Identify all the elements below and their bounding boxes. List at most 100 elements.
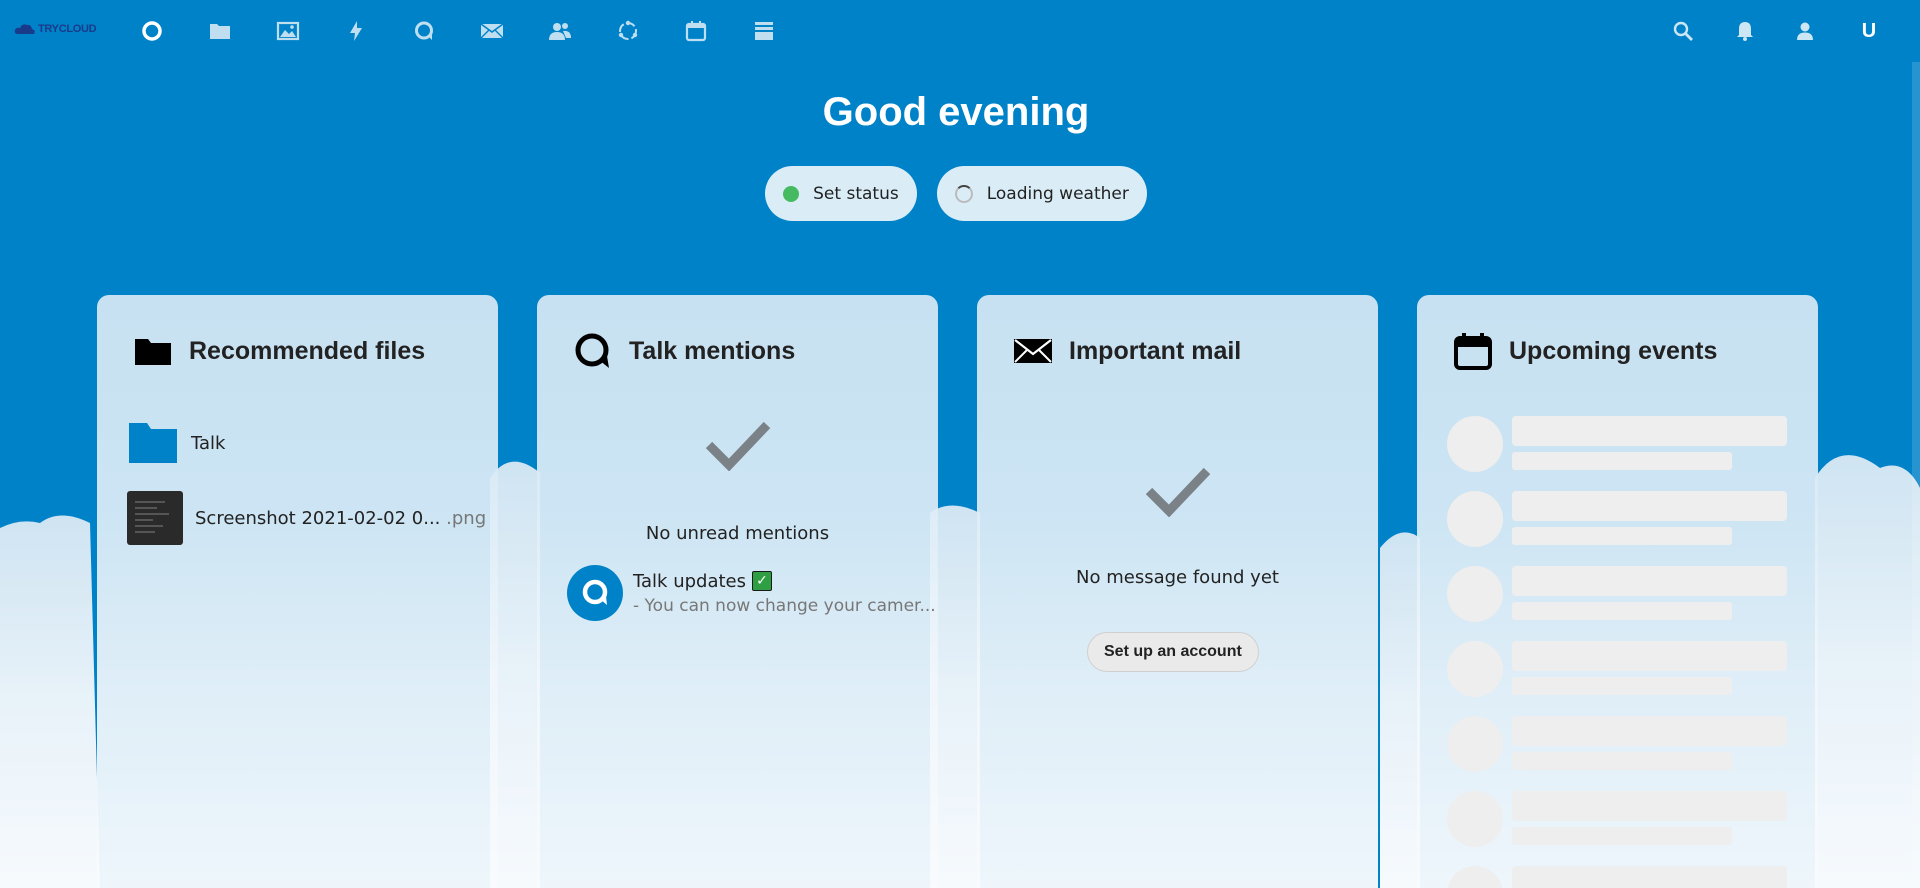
skeleton-line — [1512, 716, 1787, 746]
panel-title: Recommended files — [189, 336, 426, 365]
contacts-menu-icon — [1797, 22, 1817, 40]
empty-message: No unread mentions — [645, 523, 830, 544]
panel-upcoming-events: Upcoming events — [1417, 295, 1818, 888]
notifications[interactable] — [1714, 10, 1776, 52]
weather-button[interactable]: Loading weather — [936, 166, 1147, 221]
image-icon — [276, 21, 300, 41]
empty-message: No message found yet — [1076, 567, 1279, 588]
nav-calendar[interactable] — [662, 10, 730, 52]
panel-talk-mentions: Talk mentions No unread mentions Talk up… — [537, 295, 938, 888]
skeleton-line — [1512, 827, 1732, 845]
panel-title: Important mail — [1069, 336, 1242, 365]
circle-icon — [142, 21, 162, 41]
contacts-icon — [549, 23, 571, 40]
header-right: U — [1652, 10, 1900, 52]
skeleton-row — [1447, 491, 1787, 551]
loading-spinner-icon — [954, 184, 973, 203]
mail-icon — [480, 23, 504, 39]
folder-icon — [210, 24, 230, 39]
set-status-button[interactable]: Set status — [765, 166, 917, 221]
panel-important-mail: Important mail No message found yet Set … — [977, 295, 1378, 888]
skeleton-avatar — [1447, 791, 1503, 847]
talk-icon — [575, 333, 609, 368]
skeleton-line — [1512, 752, 1732, 770]
skeleton-line — [1512, 866, 1787, 888]
file-item[interactable]: Screenshot 2021-02-02 0... .png — [127, 491, 486, 545]
calendar-icon — [1454, 333, 1492, 370]
lightning-icon — [350, 21, 362, 41]
panel-header: Important mail — [1013, 331, 1241, 371]
checkmark-icon — [705, 421, 770, 471]
folder-icon — [129, 423, 177, 463]
checkmark-icon — [1145, 467, 1210, 517]
skeleton-line — [1512, 416, 1787, 446]
deck-icon — [755, 22, 773, 40]
folder-icon — [135, 339, 171, 365]
header-bar: TRYCLOUD U — [0, 0, 1920, 62]
user-avatar: U — [1861, 19, 1877, 42]
logo-text: TRYCLOUD — [38, 23, 97, 35]
talk-avatar — [567, 565, 623, 621]
panel-recommended-files: Recommended files Talk Screenshot 2021-0… — [97, 295, 498, 888]
user-menu[interactable]: U — [1838, 10, 1900, 52]
greeting-title: Good evening — [822, 90, 1090, 134]
nav-dashboard[interactable] — [118, 10, 186, 52]
skeleton-avatar — [1447, 416, 1503, 472]
set-status-label: Set status — [813, 183, 899, 204]
nav-talk[interactable] — [390, 10, 458, 52]
talk-update-title: Talk updates — [633, 570, 746, 592]
file-thumbnail — [127, 491, 183, 545]
file-extension: .png — [440, 507, 487, 529]
panel-header: Talk mentions — [573, 331, 795, 371]
nav-circles[interactable] — [594, 10, 662, 52]
panel-title: Upcoming events — [1509, 336, 1718, 365]
skeleton-row — [1447, 641, 1787, 701]
panel-header: Recommended files — [133, 331, 425, 371]
skeleton-line — [1512, 677, 1732, 695]
skeleton-line — [1512, 452, 1732, 470]
skeleton-avatar — [1447, 866, 1503, 888]
nav-files[interactable] — [186, 10, 254, 52]
skeleton-line — [1512, 602, 1732, 620]
talk-icon — [582, 579, 608, 605]
panel-title: Talk mentions — [629, 336, 796, 365]
unified-search[interactable] — [1652, 10, 1714, 52]
page-scrollbar[interactable] — [1912, 62, 1920, 888]
setup-account-button[interactable]: Set up an account — [1087, 632, 1259, 672]
skeleton-row — [1447, 416, 1787, 476]
check-mark-emoji-icon: ✓ — [752, 571, 772, 591]
contacts-menu[interactable] — [1776, 10, 1838, 52]
skeleton-row — [1447, 866, 1787, 888]
file-name: Talk — [191, 432, 226, 454]
file-item[interactable]: Talk — [127, 421, 225, 465]
skeleton-avatar — [1447, 566, 1503, 622]
nav-contacts[interactable] — [526, 10, 594, 52]
nav-activity[interactable] — [322, 10, 390, 52]
panel-header: Upcoming events — [1453, 331, 1717, 371]
file-name: Screenshot 2021-02-02 0... — [195, 507, 441, 529]
skeleton-row — [1447, 566, 1787, 626]
bell-icon — [1737, 22, 1753, 41]
skeleton-avatar — [1447, 491, 1503, 547]
skeleton-line — [1512, 791, 1787, 821]
nav-photos[interactable] — [254, 10, 322, 52]
nav-deck[interactable] — [730, 10, 798, 52]
nav-mail[interactable] — [458, 10, 526, 52]
talk-icon — [415, 21, 433, 40]
status-row: Set status Loading weather — [0, 166, 1912, 221]
calendar-icon — [685, 21, 707, 42]
talk-update-text: - You can now change your camer... — [633, 595, 936, 616]
skeleton-line — [1512, 527, 1732, 545]
skeleton-row — [1447, 716, 1787, 776]
talk-update-item[interactable]: Talk updates ✓ - You can now change your … — [567, 565, 936, 621]
online-status-icon — [783, 185, 800, 202]
app-navigation — [118, 10, 798, 52]
cloud-logo-icon — [14, 24, 35, 34]
skeleton-line — [1512, 566, 1787, 596]
skeleton-avatar — [1447, 641, 1503, 697]
circles-icon — [618, 20, 638, 40]
weather-label: Loading weather — [986, 183, 1129, 204]
skeleton-line — [1512, 491, 1787, 521]
logo[interactable]: TRYCLOUD — [14, 22, 97, 36]
skeleton-row — [1447, 791, 1787, 851]
